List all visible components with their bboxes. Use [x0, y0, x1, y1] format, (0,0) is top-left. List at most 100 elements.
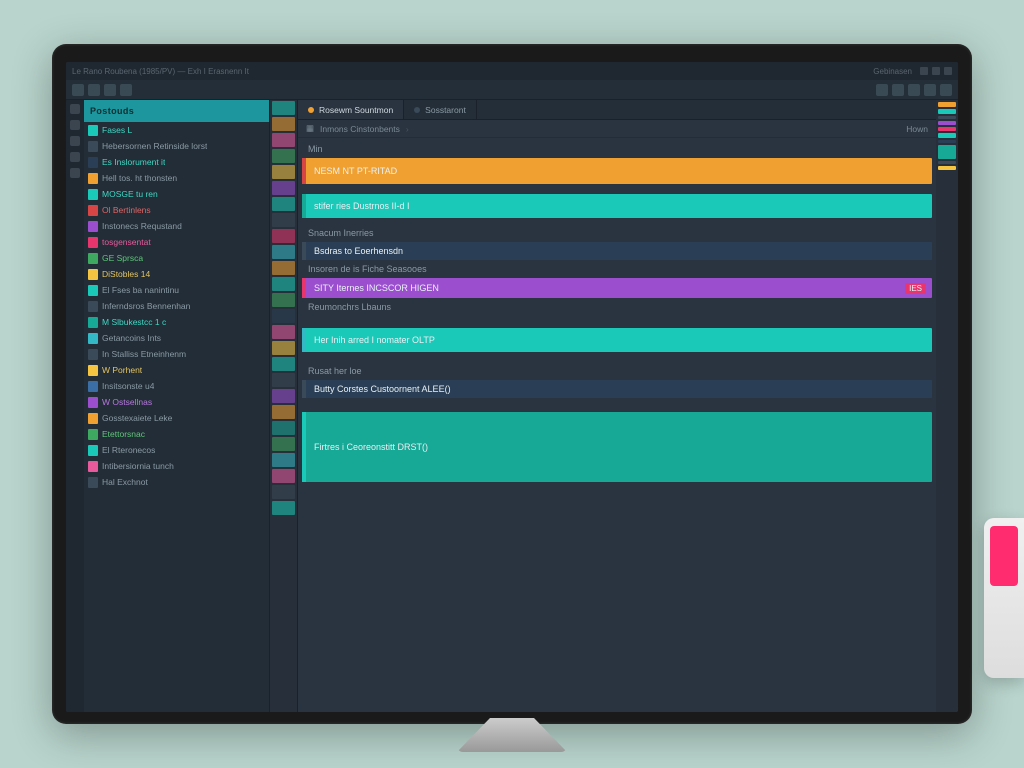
minimap[interactable]	[936, 100, 958, 712]
tree-item[interactable]: tosgensentat	[84, 234, 269, 250]
content-block[interactable]: SITY Iternes INCSCOR HIGEN IES	[302, 278, 932, 298]
tree-item[interactable]: Instonecs Requstand	[84, 218, 269, 234]
tree-item[interactable]: El Rteronecos	[84, 442, 269, 458]
content-block[interactable]: Bsdras to Eoerhensdn	[302, 242, 932, 260]
tree-item[interactable]: Insitsonste u4	[84, 378, 269, 394]
minimap-block	[938, 109, 956, 114]
tree-item[interactable]: DiStobles 14	[84, 266, 269, 282]
gutter-mark	[272, 245, 295, 259]
tree-item[interactable]: M Slbukestcc 1 c	[84, 314, 269, 330]
toolbar-icon[interactable]	[88, 84, 100, 96]
editor-tab[interactable]: Sosstaront	[404, 100, 477, 119]
minimap-block	[938, 166, 956, 170]
tree-item[interactable]: Fases L	[84, 122, 269, 138]
window-title: Le Rano Roubena (1985/PV) — Exh I Erasne…	[72, 67, 865, 76]
tree-item[interactable]: MOSGE tu ren	[84, 186, 269, 202]
breadcrumb[interactable]: ▦ Inmons Cinstonbents › Hown	[298, 120, 936, 138]
file-icon	[88, 189, 98, 200]
file-icon	[88, 365, 98, 376]
tree-item[interactable]: Hal Exchnot	[84, 474, 269, 490]
gutter-mark	[272, 309, 295, 323]
file-icon	[88, 141, 98, 152]
tree-item-label: Inferndsros Bennenhan	[102, 301, 190, 311]
content-block[interactable]: Her Inih arred I nomater OLTP	[302, 328, 932, 352]
tree-item[interactable]: Ol Bertinlens	[84, 202, 269, 218]
tree-item[interactable]: In Stalliss Etneinhenm	[84, 346, 269, 362]
toolbar-icon[interactable]	[72, 84, 84, 96]
block-text: Bsdras to Eoerhensdn	[308, 246, 403, 256]
tree-item[interactable]: W Ostsellnas	[84, 394, 269, 410]
minimap-block	[938, 133, 956, 138]
tree-item[interactable]: Inferndsros Bennenhan	[84, 298, 269, 314]
block-text: SITY Iternes INCSCOR HIGEN	[308, 283, 439, 293]
tree-item-label: W Ostsellnas	[102, 397, 152, 407]
tree-item-label: DiStobles 14	[102, 269, 150, 279]
toolbar	[66, 80, 958, 100]
window-controls[interactable]	[920, 67, 952, 75]
file-icon	[88, 301, 98, 312]
explorer-icon[interactable]	[70, 104, 80, 114]
toolbar-icon[interactable]	[120, 84, 132, 96]
toolbar-icon[interactable]	[876, 84, 888, 96]
gutter-mark	[272, 101, 295, 115]
tree-item[interactable]: Es Inslorument it	[84, 154, 269, 170]
search-icon[interactable]	[70, 120, 80, 130]
tree-item-label: In Stalliss Etneinhenm	[102, 349, 186, 359]
tree-item[interactable]: Hebersornen Retinside lorst	[84, 138, 269, 154]
gutter-mark	[272, 389, 295, 403]
tree-item[interactable]: GE Sprsca	[84, 250, 269, 266]
tab-dot-icon	[414, 107, 420, 113]
gutter-mark	[272, 485, 295, 499]
tree-item-label: Hebersornen Retinside lorst	[102, 141, 207, 151]
toolbar-icon[interactable]	[892, 84, 904, 96]
content-block[interactable]: NESM NT PT-RITAD	[302, 158, 932, 184]
secondary-device	[984, 518, 1024, 678]
editor-content[interactable]: Min NESM NT PT-RITAD stifer ries Dustrnos …	[298, 138, 936, 712]
file-icon	[88, 477, 98, 488]
extensions-icon[interactable]	[70, 168, 80, 178]
toolbar-icon[interactable]	[104, 84, 116, 96]
toolbar-icon[interactable]	[940, 84, 952, 96]
tree-item-label: GE Sprsca	[102, 253, 143, 263]
debug-icon[interactable]	[70, 152, 80, 162]
spacer	[302, 220, 932, 224]
tree-item[interactable]: El Fses ba nanintinu	[84, 282, 269, 298]
crumb-item[interactable]: Inmons Cinstonbents	[320, 124, 400, 134]
content-block[interactable]: Firtres i Ceoreonstitt DRST()	[302, 412, 932, 482]
tree-item[interactable]: Gosstexaiete Leke	[84, 410, 269, 426]
gutter-mark	[272, 181, 295, 195]
tree-item[interactable]: Etettorsnac	[84, 426, 269, 442]
file-icon	[88, 333, 98, 344]
gutter-mark	[272, 325, 295, 339]
tab-dot-icon	[308, 107, 314, 113]
home-link[interactable]: Hown	[906, 124, 928, 134]
gutter-mark	[272, 501, 295, 515]
spacer	[302, 400, 932, 410]
content-block[interactable]: Butty Corstes Custoornent ALEE()	[302, 380, 932, 398]
tree-item[interactable]: Hell tos. ht thonsten	[84, 170, 269, 186]
file-icon	[88, 125, 98, 136]
section-label: Insoren de is Fiche Seasooes	[302, 262, 932, 276]
gutter-mark	[272, 373, 295, 387]
block-text: Firtres i Ceoreonstitt DRST()	[308, 442, 428, 452]
gutter-mark	[272, 437, 295, 451]
editor-tab[interactable]: Rosewm Sountmon	[298, 100, 404, 119]
section-label: Min	[302, 142, 932, 156]
content-block[interactable]: stifer ries Dustrnos II-d I	[302, 194, 932, 218]
gutter-mark	[272, 197, 295, 211]
tab-label: Rosewm Sountmon	[319, 105, 393, 115]
chevron-right-icon: ›	[406, 124, 409, 134]
toolbar-icon[interactable]	[924, 84, 936, 96]
gutter-mark	[272, 149, 295, 163]
tree-item[interactable]: W Porhent	[84, 362, 269, 378]
scm-icon[interactable]	[70, 136, 80, 146]
tree-item[interactable]: Intibersiornia tunch	[84, 458, 269, 474]
block-text: NESM NT PT-RITAD	[308, 166, 397, 176]
tree-item[interactable]: Getancoins Ints	[84, 330, 269, 346]
block-tag: IES	[905, 283, 926, 294]
toolbar-icon[interactable]	[908, 84, 920, 96]
tree-item-label: Instonecs Requstand	[102, 221, 182, 231]
block-stripe	[302, 194, 306, 218]
tree-item-label: tosgensentat	[102, 237, 151, 247]
section-label: Reumonchrs Lbauns	[302, 300, 932, 314]
